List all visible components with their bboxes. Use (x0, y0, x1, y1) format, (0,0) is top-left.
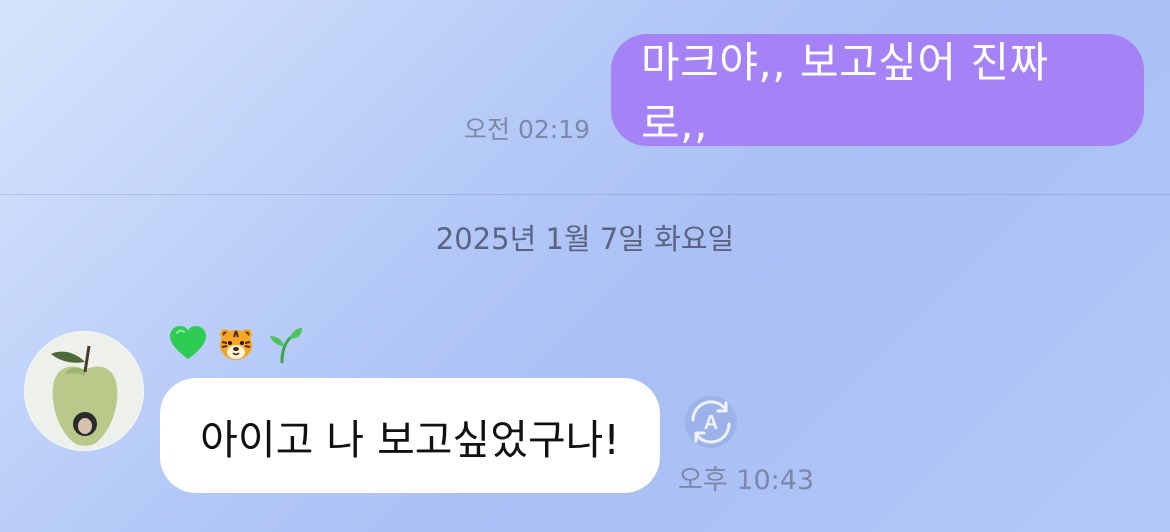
incoming-message-text: 아이고 나 보고싶었구나! (200, 415, 620, 464)
date-separator: 2025년 1월 7일 화요일 (435, 222, 735, 256)
seedling-icon[interactable] (262, 322, 306, 366)
svg-text:A: A (704, 412, 718, 434)
translate-button[interactable]: A (676, 392, 746, 452)
chat-thread: 마크야,, 보고싶어 진짜로,, 오전 02:19 2025년 1월 7일 화요… (0, 0, 1170, 532)
outgoing-message-time: 오전 02:19 (464, 115, 590, 144)
tiger-face-icon[interactable] (214, 322, 258, 366)
divider (0, 194, 1170, 195)
outgoing-message-text: 마크야,, 보고싶어 진짜로,, (641, 38, 1049, 148)
green-heart-icon[interactable] (166, 322, 210, 366)
apple-avatar-icon (25, 332, 143, 450)
avatar[interactable] (24, 331, 144, 451)
reaction-bar (166, 322, 306, 366)
translate-icon: A (685, 396, 737, 448)
incoming-message-time: 오후 10:43 (678, 465, 815, 496)
outgoing-message-bubble[interactable]: 마크야,, 보고싶어 진짜로,, (611, 34, 1144, 148)
incoming-message-bubble[interactable]: 아이고 나 보고싶었구나! (160, 378, 660, 493)
